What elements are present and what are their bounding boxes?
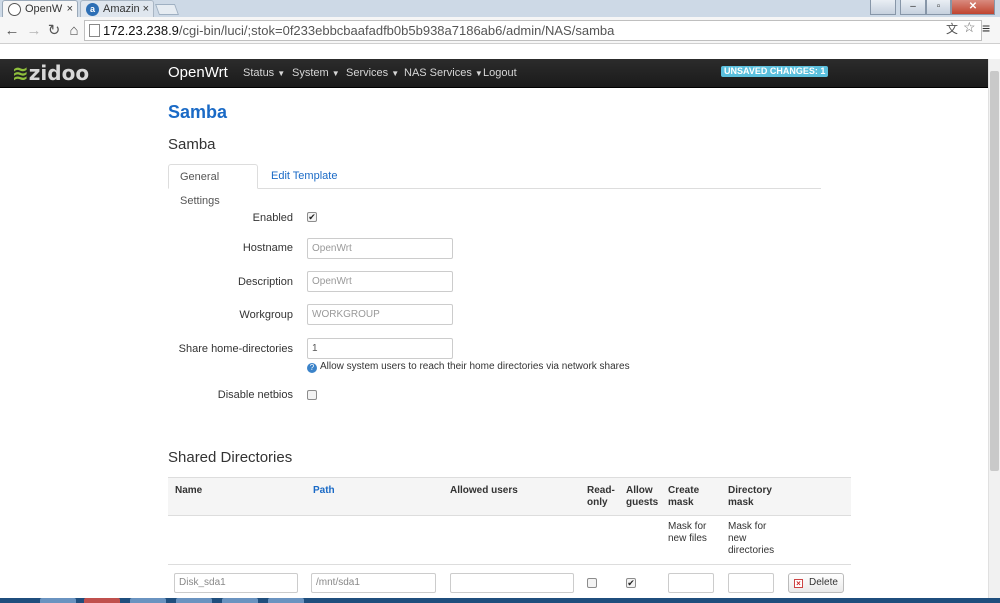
share-home-directories-input[interactable]: 1 — [307, 338, 453, 359]
share-home-directories-label: Share home-directories — [178, 343, 293, 355]
page-title: Samba — [168, 102, 228, 122]
close-tab-icon[interactable]: × — [143, 1, 149, 17]
delete-label: Delete — [809, 577, 838, 588]
window-user-button[interactable] — [870, 0, 896, 15]
taskbar-button[interactable] — [84, 598, 120, 603]
header-directory-mask: Directory mask — [728, 485, 772, 508]
brand-openwrt[interactable]: OpenWrt — [168, 64, 228, 82]
taskbar-button[interactable] — [176, 598, 212, 603]
page-icon — [89, 24, 100, 37]
read-only-checkbox[interactable] — [587, 578, 597, 588]
home-directories-help: ? Allow system users to reach their home … — [307, 361, 630, 373]
header-create-mask: Create mask — [668, 485, 700, 508]
scrollbar-thumb[interactable] — [990, 71, 999, 471]
bookmark-star-icon[interactable]: ☆ — [963, 19, 976, 36]
url-host: 172.23.238.9 — [103, 23, 179, 38]
menu-label: NAS Services — [404, 67, 472, 79]
caret-down-icon: ▼ — [474, 69, 483, 78]
menu-services[interactable]: Services ▼ — [346, 67, 399, 80]
home-icon[interactable]: ⌂ — [64, 21, 84, 41]
back-arrow-icon[interactable]: ← — [2, 21, 22, 41]
tab-edit-template[interactable]: Edit Template — [260, 164, 348, 189]
description-input[interactable]: OpenWrt — [307, 271, 453, 292]
header-read-only: Read-only — [587, 485, 615, 508]
caret-down-icon: ▼ — [331, 69, 340, 78]
openwrt-favicon-icon — [8, 3, 21, 16]
create-mask-description: Mask for new files — [668, 521, 707, 544]
menu-status[interactable]: Status ▼ — [243, 67, 285, 80]
share-path-input[interactable]: /mnt/sda1 — [311, 573, 436, 593]
menu-label: Status — [243, 67, 275, 79]
unsaved-changes-badge[interactable]: UNSAVED CHANGES: 1 — [721, 66, 829, 77]
address-bar[interactable]: 172.23.238.9/cgi-bin/luci/;stok=0f233ebb… — [84, 20, 982, 41]
directory-mask-description: Mask for new directories — [728, 521, 775, 556]
logo-text: zidoo — [28, 61, 90, 85]
amazon-favicon-icon: a — [86, 3, 99, 16]
header-allowed-users: Allowed users — [450, 485, 518, 496]
translate-icon[interactable]: 文 — [946, 20, 958, 37]
menu-nas-services[interactable]: NAS Services ▼ — [404, 67, 483, 80]
allowed-users-input[interactable] — [450, 573, 574, 593]
openwrt-header: ≋zidoo OpenWrt Status ▼ System ▼ Services ▼… — [0, 59, 988, 88]
table-description-row: Mask for new files Mask for new director… — [168, 516, 851, 565]
os-taskbar — [0, 598, 1000, 603]
help-text: Allow system users to reach their home d… — [320, 361, 630, 372]
disable-netbios-checkbox[interactable] — [307, 390, 317, 400]
taskbar-button[interactable] — [130, 598, 166, 603]
caret-down-icon: ▼ — [391, 69, 400, 78]
shared-directories-table: Name Path Allowed users Read-only Allow … — [168, 477, 851, 603]
menu-system[interactable]: System ▼ — [292, 67, 340, 80]
window-close-button[interactable]: ✕ — [951, 0, 995, 15]
shared-directories-title: Shared Directories — [168, 449, 293, 466]
disable-netbios-label: Disable netbios — [217, 389, 293, 401]
caret-down-icon: ▼ — [277, 69, 286, 78]
section-title: Samba — [168, 136, 216, 153]
url-text: 172.23.238.9/cgi-bin/luci/;stok=0f233ebb… — [103, 23, 614, 39]
forward-arrow-icon[interactable]: → — [24, 21, 44, 41]
close-tab-icon[interactable]: × — [67, 1, 73, 17]
zidoo-logo: ≋zidoo — [12, 61, 90, 85]
taskbar-button[interactable] — [40, 598, 76, 603]
allow-guests-checkbox[interactable]: ✔ — [626, 578, 636, 588]
create-mask-input[interactable] — [668, 573, 714, 593]
delete-button[interactable]: × Delete — [788, 573, 844, 593]
info-icon: ? — [307, 363, 317, 373]
delete-x-icon: × — [794, 579, 803, 588]
browser-tab-strip: OpenW × a Amazin × – ▫ ✕ — [0, 0, 1000, 17]
menu-logout[interactable]: Logout — [483, 67, 517, 80]
browser-tab-openwrt[interactable]: OpenW × — [2, 0, 78, 17]
browser-menu-icon[interactable]: ≡ — [982, 20, 990, 36]
browser-tab-amazon[interactable]: a Amazin × — [80, 0, 154, 17]
new-tab-button[interactable] — [154, 4, 180, 15]
table-header-row: Name Path Allowed users Read-only Allow … — [168, 477, 851, 516]
reload-icon[interactable]: ↻ — [44, 21, 64, 41]
header-allow-guests: Allow guests — [626, 485, 659, 508]
hostname-input[interactable]: OpenWrt — [307, 238, 453, 259]
directory-mask-input[interactable] — [728, 573, 774, 593]
browser-toolbar: ← → ↻ ⌂ 172.23.238.9/cgi-bin/luci/;stok=… — [0, 17, 1000, 44]
header-path[interactable]: Path — [313, 485, 335, 497]
taskbar-button[interactable] — [222, 598, 258, 603]
menu-label: System — [292, 67, 329, 79]
settings-tabs: General Settings Edit Template — [168, 164, 821, 207]
url-path: /cgi-bin/luci/;stok=0f233ebbcbaafadfb0b5… — [178, 23, 615, 38]
taskbar-button[interactable] — [268, 598, 304, 603]
header-name: Name — [175, 485, 203, 496]
browser-tab-title: Amazin — [103, 3, 140, 15]
page-scrollbar[interactable] — [988, 59, 1000, 599]
window-maximize-button[interactable]: ▫ — [926, 0, 951, 15]
window-minimize-button[interactable]: – — [900, 0, 926, 15]
enabled-checkbox[interactable]: ✔ — [307, 212, 317, 222]
browser-tab-title: OpenW — [25, 3, 63, 15]
tab-general-settings[interactable]: General Settings — [168, 164, 258, 207]
workgroup-label: Workgroup — [239, 309, 293, 321]
enabled-label: Enabled — [252, 212, 293, 224]
description-label: Description — [237, 276, 293, 288]
hostname-label: Hostname — [242, 242, 293, 254]
workgroup-input[interactable]: WORKGROUP — [307, 304, 453, 325]
menu-label: Services — [346, 67, 389, 79]
share-name-input[interactable]: Disk_sda1 — [174, 573, 298, 593]
